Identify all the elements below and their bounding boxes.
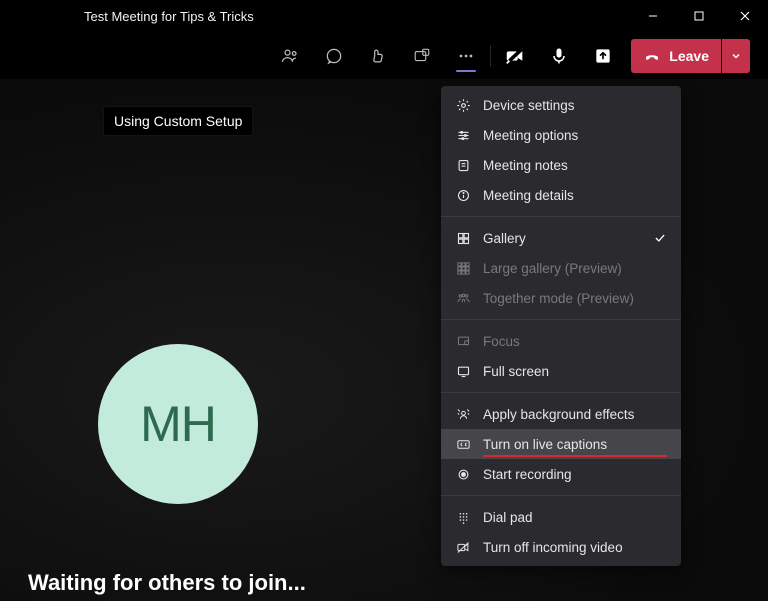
meeting-toolbar: Leave: [0, 32, 768, 80]
menu-label: Device settings: [483, 98, 575, 113]
menu-separator: [441, 319, 681, 320]
leave-group: Leave: [631, 39, 750, 73]
leave-caret-button[interactable]: [722, 39, 750, 73]
meeting-stage: Using Custom Setup MH Waiting for others…: [0, 80, 768, 601]
info-icon: [455, 187, 471, 203]
focus-icon: [455, 333, 471, 349]
notes-icon: [455, 157, 471, 173]
active-indicator: [456, 70, 476, 72]
menu-separator: [441, 392, 681, 393]
large-gallery-icon: [455, 260, 471, 276]
menu-start-recording[interactable]: Start recording: [441, 459, 681, 489]
menu-meeting-details[interactable]: Meeting details: [441, 180, 681, 210]
menu-label: Start recording: [483, 467, 572, 482]
avatar-initials: MH: [140, 395, 216, 453]
menu-meeting-notes[interactable]: Meeting notes: [441, 150, 681, 180]
background-icon: [455, 406, 471, 422]
hangup-icon: [643, 47, 661, 65]
titlebar: Test Meeting for Tips & Tricks: [0, 0, 768, 32]
together-icon: [455, 290, 471, 306]
gallery-icon: [455, 230, 471, 246]
people-button[interactable]: [268, 32, 312, 80]
camera-button[interactable]: [493, 32, 537, 80]
menu-together-mode: Together mode (Preview): [441, 283, 681, 313]
menu-gallery[interactable]: Gallery: [441, 223, 681, 253]
waiting-message: Waiting for others to join...: [28, 570, 306, 596]
menu-label: Turn off incoming video: [483, 540, 623, 555]
more-actions-menu: Device settings Meeting options Meeting …: [441, 86, 681, 566]
menu-background-effects[interactable]: Apply background effects: [441, 399, 681, 429]
reactions-button[interactable]: [356, 32, 400, 80]
window-controls: [630, 0, 768, 32]
fullscreen-icon: [455, 363, 471, 379]
leave-label: Leave: [669, 48, 709, 64]
menu-device-settings[interactable]: Device settings: [441, 90, 681, 120]
microphone-button[interactable]: [537, 32, 581, 80]
menu-label: Full screen: [483, 364, 549, 379]
dialpad-icon: [455, 509, 471, 525]
highlight-underline: [483, 455, 667, 457]
menu-label: Meeting options: [483, 128, 578, 143]
rooms-button[interactable]: [400, 32, 444, 80]
menu-label: Meeting notes: [483, 158, 568, 173]
toolbar-separator: [490, 45, 491, 67]
menu-large-gallery: Large gallery (Preview): [441, 253, 681, 283]
maximize-button[interactable]: [676, 0, 722, 32]
menu-label: Together mode (Preview): [483, 291, 634, 306]
avatar: MH: [98, 344, 258, 504]
share-button[interactable]: [581, 32, 625, 80]
video-off-icon: [455, 539, 471, 555]
menu-label: Turn on live captions: [483, 437, 607, 452]
minimize-button[interactable]: [630, 0, 676, 32]
menu-label: Large gallery (Preview): [483, 261, 622, 276]
more-actions-button[interactable]: [444, 32, 488, 80]
chat-button[interactable]: [312, 32, 356, 80]
window-title: Test Meeting for Tips & Tricks: [84, 9, 254, 24]
menu-dial-pad[interactable]: Dial pad: [441, 502, 681, 532]
close-button[interactable]: [722, 0, 768, 32]
menu-label: Dial pad: [483, 510, 533, 525]
record-icon: [455, 466, 471, 482]
setup-tooltip: Using Custom Setup: [103, 106, 253, 136]
cc-icon: [455, 436, 471, 452]
menu-meeting-options[interactable]: Meeting options: [441, 120, 681, 150]
menu-separator: [441, 495, 681, 496]
menu-live-captions[interactable]: Turn on live captions: [441, 429, 681, 459]
menu-label: Apply background effects: [483, 407, 634, 422]
menu-label: Gallery: [483, 231, 526, 246]
menu-focus: Focus: [441, 326, 681, 356]
menu-incoming-video[interactable]: Turn off incoming video: [441, 532, 681, 562]
leave-button[interactable]: Leave: [631, 39, 721, 73]
check-icon: [653, 231, 667, 245]
sliders-icon: [455, 127, 471, 143]
menu-full-screen[interactable]: Full screen: [441, 356, 681, 386]
menu-label: Meeting details: [483, 188, 574, 203]
menu-separator: [441, 216, 681, 217]
menu-label: Focus: [483, 334, 520, 349]
gear-icon: [455, 97, 471, 113]
